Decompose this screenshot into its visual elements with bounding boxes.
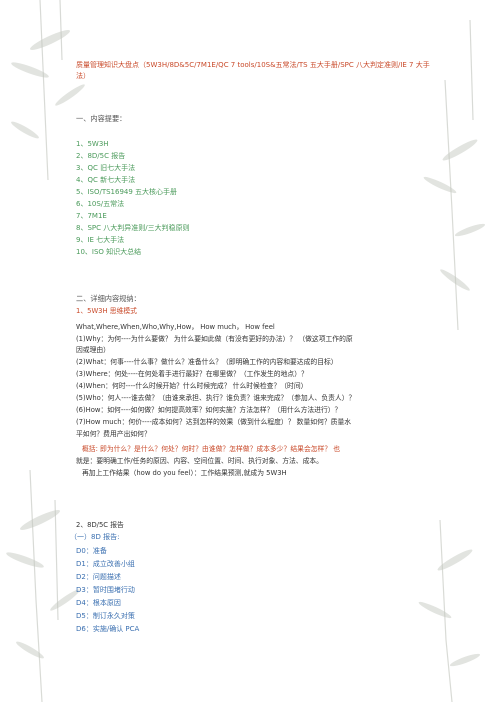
d-item-0: D0：准备	[76, 547, 107, 555]
toc-item-3: 3、QC 旧七大手法	[76, 164, 136, 172]
d-item-2: D2：问题描述	[76, 573, 121, 581]
toc-item-10: 10、ISO 知识大总结	[76, 248, 142, 256]
toc-item-6: 6、10S/五常法	[76, 200, 125, 208]
line-summary-b: 就是：要明确工作/任务的原因、内容、空间位置、时间、执行对象、方法、成本。	[76, 457, 323, 465]
subsection-5w3h-heading: 1、5W3H 思维模式	[76, 307, 137, 315]
line-summary-c: 再加上工作结果（how do you feel）：工作结果预测,就成为 5W3H	[82, 469, 287, 477]
document-page: 质量管理知识大盘点（5W3H/8D&5C/7M1E/QC 7 tools/10S…	[0, 0, 496, 702]
line-intro: What,Where,When,Who,Why,How， How much， H…	[76, 323, 275, 331]
subsection-8d5c-heading: 2、8D/5C 报告	[76, 521, 124, 529]
line-why-a: (1)Why：为何----为什么要做？ 为什么要如此做（有没有更好的办法）？ （…	[76, 335, 353, 343]
line-where: (3)Where：何处----在何处着手进行最好？在哪里做？（工作发生的地点）？	[76, 370, 308, 378]
d-item-6: D6：实施/确认 PCA	[76, 625, 140, 633]
line-howmuch-b: 平如何？费用产出如何？	[76, 430, 151, 438]
line-summary-a: 概括: 即为什么？是什么？何处？何时？由谁做？怎样做？成本多少？结果会怎样？ 也	[82, 445, 341, 453]
toc-item-9: 9、IE 七大手法	[76, 236, 125, 244]
d-item-5: D5：制订永久对策	[76, 612, 135, 620]
d-item-4: D4：根本原因	[76, 599, 121, 607]
line-howmuch-a: (7)How much：何价----成本如何？达到怎样的效果（做到什么程度）？ …	[76, 418, 352, 426]
d-item-3: D3：暂时围堵行动	[76, 586, 135, 594]
toc-item-4: 4、QC 新七大手法	[76, 176, 136, 184]
toc-item-8: 8、SPC 八大判异准则/三大判稳原则	[76, 224, 190, 232]
line-who: (5)Who：何人----谁去做？（由谁来承担、执行？谁负责？谁来完成？（参加人…	[76, 394, 356, 402]
line-what: (2)What：何事----什么事？做什么？准备什么？（即明确工作的内容和要达成…	[76, 358, 338, 366]
section2-heading: 二、详细内容规纳：	[76, 294, 141, 303]
subsection-8d-label: （一）8D 报告:	[70, 533, 120, 541]
d-item-1: D1：成立改善小组	[76, 560, 135, 568]
line-why-b: 因或理由）	[76, 346, 110, 354]
line-how: (6)How：如何----如何做？如何提高效率？如何实施？方法怎样？（用什么方法…	[76, 406, 342, 414]
toc-item-7: 7、7M1E	[76, 212, 107, 220]
toc-item-2: 2、8D/5C 报告	[76, 152, 126, 160]
section1-heading: 一、内容提要：	[76, 114, 127, 123]
line-when: (4)When：何时----什么时候开始？什么时候完成？ 什么时候检查？（时间）	[76, 382, 308, 390]
document-title: 质量管理知识大盘点（5W3H/8D&5C/7M1E/QC 7 tools/10S…	[76, 61, 430, 80]
toc-item-1: 1、5W3H	[76, 140, 109, 148]
toc-item-5: 5、ISO/TS16949 五大核心手册	[76, 188, 178, 196]
